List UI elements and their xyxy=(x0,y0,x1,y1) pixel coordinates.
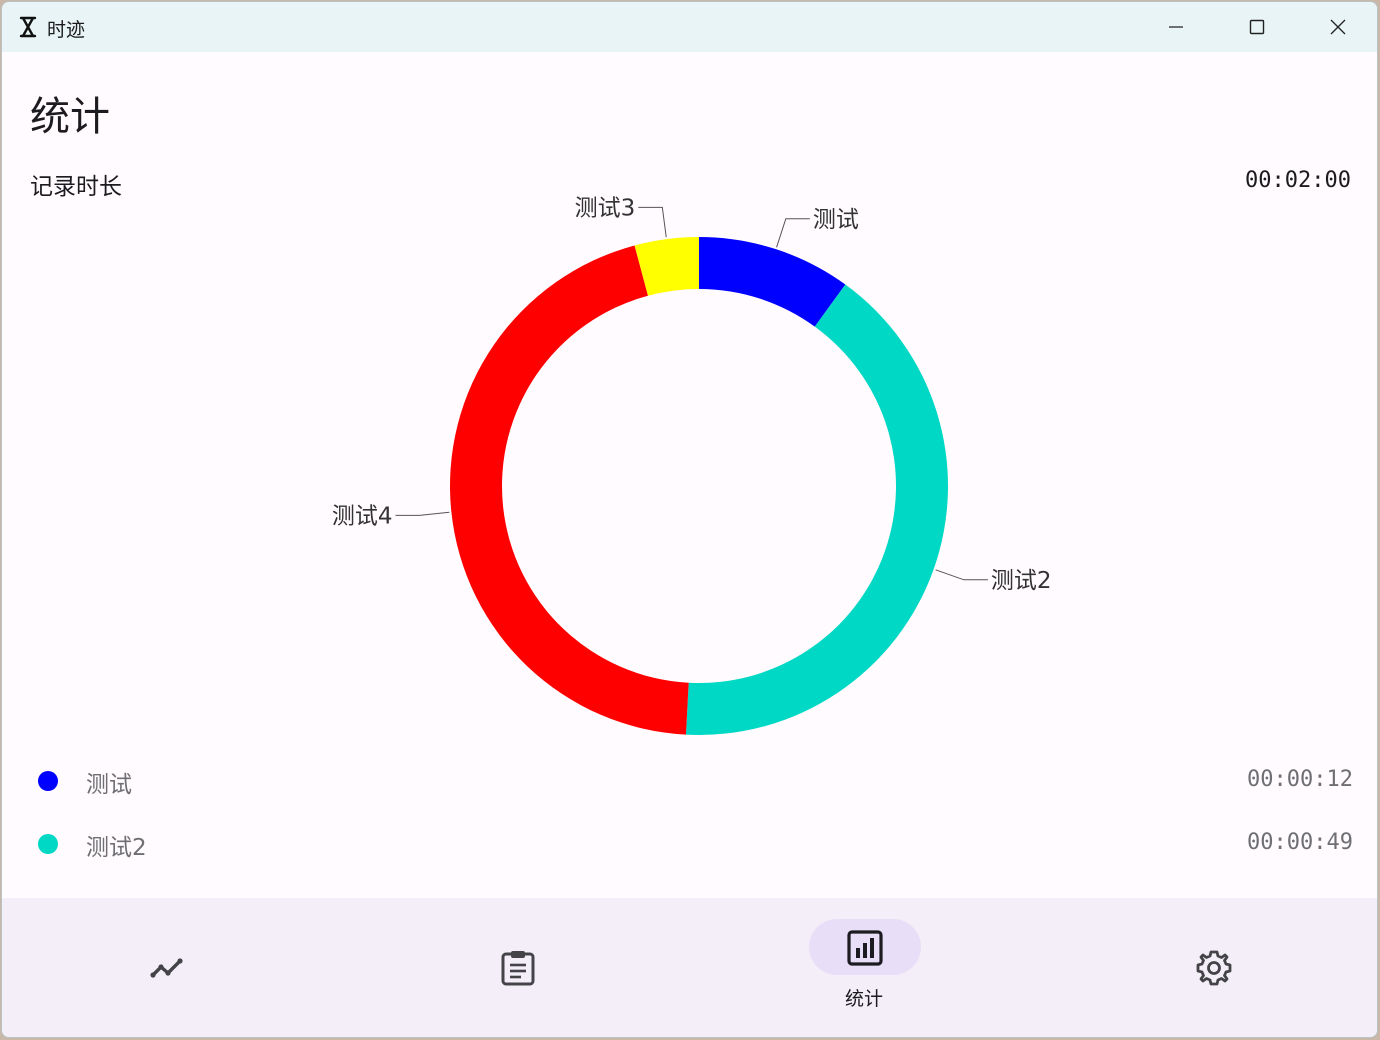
title-bar: 时迹 xyxy=(2,2,1377,52)
clipboard-list-icon xyxy=(501,951,535,986)
label-leader-line xyxy=(935,569,988,581)
legend-color-dot xyxy=(38,834,58,854)
bar-chart-icon xyxy=(847,930,883,966)
legend-duration: 00:00:49 xyxy=(1247,830,1353,855)
nav-item-statistics[interactable]: 统计 xyxy=(692,898,1036,1037)
hourglass-icon xyxy=(19,16,37,38)
donut-slice[interactable] xyxy=(450,245,689,735)
window-title: 时迹 xyxy=(47,19,86,41)
legend-duration: 00:00:12 xyxy=(1247,767,1353,792)
label-leader-line xyxy=(776,218,810,248)
nav-item-settings[interactable] xyxy=(1036,898,1377,1037)
page-title: 统计 xyxy=(30,94,110,140)
legend-name: 测试 xyxy=(86,772,132,798)
trend-line-icon xyxy=(150,958,183,978)
nav-label-statistics: 统计 xyxy=(844,988,883,1010)
slice-label: 测试4 xyxy=(332,503,393,529)
legend-item[interactable]: 测试2 00:00:49 xyxy=(2,821,1377,871)
maximize-button[interactable] xyxy=(1217,2,1297,52)
nav-item-records[interactable] xyxy=(346,898,690,1037)
close-button[interactable] xyxy=(1298,2,1377,52)
slice-label: 测试2 xyxy=(991,568,1052,594)
bottom-navigation-bar: 统计 xyxy=(2,898,1377,1037)
slice-label: 测试 xyxy=(813,207,859,233)
legend-name: 测试2 xyxy=(86,835,147,861)
minimize-icon xyxy=(1169,26,1183,28)
maximize-icon xyxy=(1249,19,1265,35)
legend-color-dot xyxy=(38,771,58,791)
nav-item-trend[interactable] xyxy=(2,898,346,1037)
legend-item[interactable]: 测试 00:00:12 xyxy=(2,758,1377,808)
gear-icon xyxy=(1196,950,1232,986)
label-leader-line xyxy=(638,206,667,238)
donut-slice[interactable] xyxy=(685,284,948,735)
slice-label: 测试3 xyxy=(575,195,636,221)
app-window: 时迹 统计 记录时长 00:02:00 测试 测试2 测试4 测试3 测试 00:00… xyxy=(1,1,1378,1038)
donut-slice[interactable] xyxy=(699,237,846,327)
donut-chart: 测试测试2 测试4 测试3 xyxy=(332,195,1052,735)
close-icon xyxy=(1330,19,1346,35)
minimize-button[interactable] xyxy=(1136,2,1216,52)
label-leader-line xyxy=(395,511,450,516)
